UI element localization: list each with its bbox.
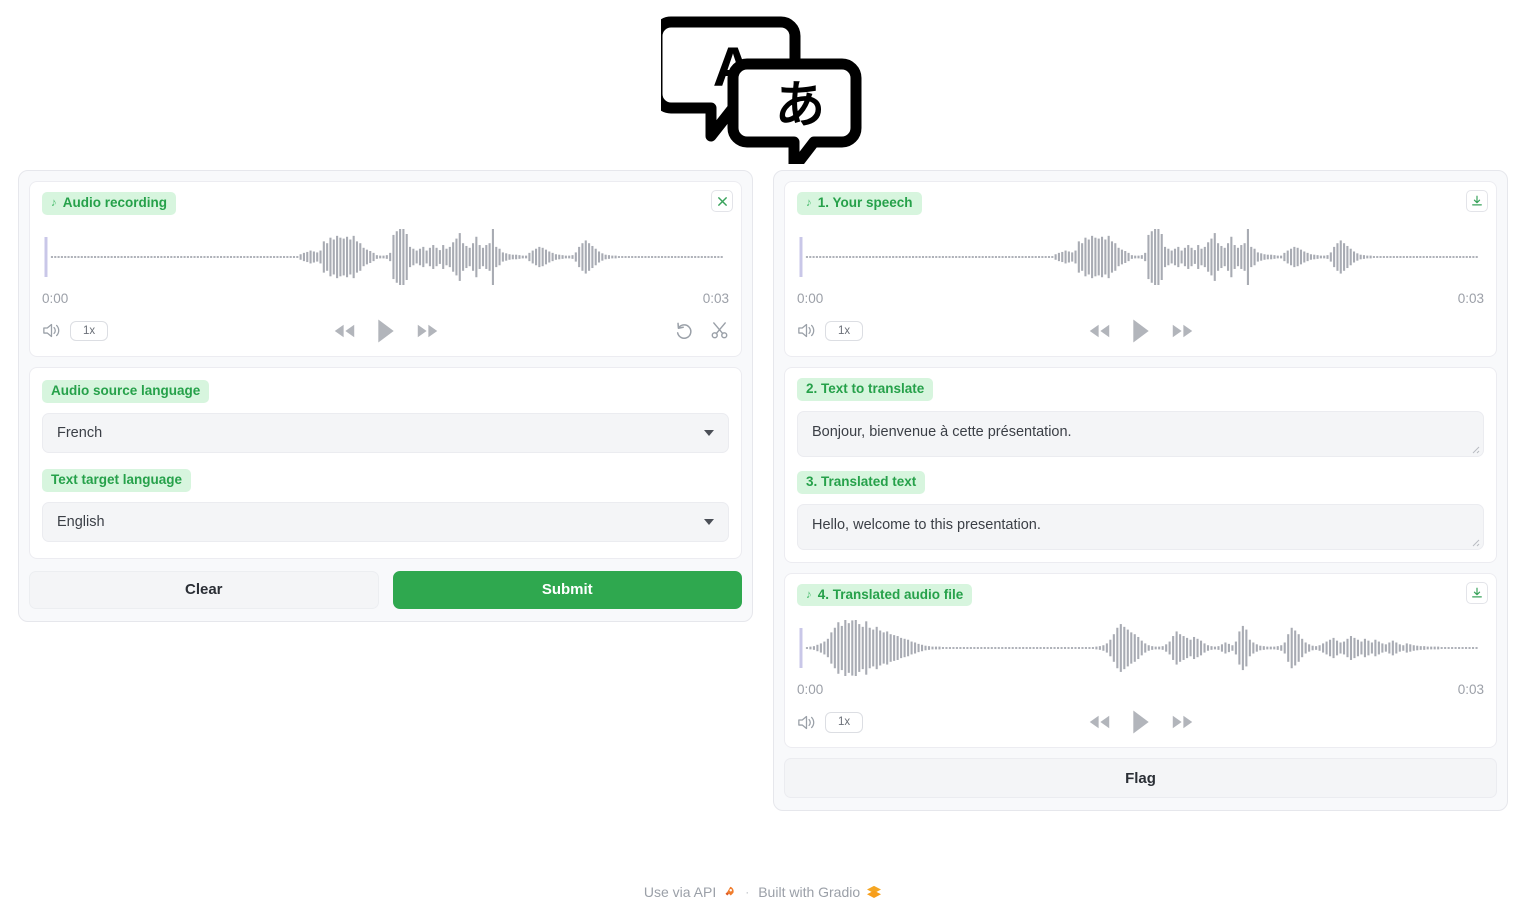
translated-audio-waveform[interactable] (797, 620, 1484, 677)
your-speech-label-text: 1. Your speech (817, 195, 913, 210)
use-via-api-label: Use via API (643, 884, 717, 900)
translated-audio-time-end: 0:03 (1457, 682, 1484, 698)
input-waveform-svg (44, 228, 723, 285)
audio-recording-block: ♪ Audio recording 0:00 0:03 1x (29, 181, 742, 357)
speech-time-row: 0:00 0:03 (797, 291, 1484, 306)
rocket-icon (725, 886, 734, 896)
your-speech-block: ♪ 1. Your speech 0:00 0:03 1x (784, 181, 1497, 357)
rewind-icon[interactable] (333, 322, 356, 339)
translated-audio-label: ♪ 4. Translated audio file (797, 583, 973, 607)
volume-icon[interactable] (42, 322, 61, 339)
input-panel: ♪ Audio recording 0:00 0:03 1x Audio sou… (18, 170, 753, 622)
speech-time-start: 0:00 (797, 290, 824, 306)
translated-text-value: Hello, welcome to this presentation. (812, 516, 1041, 533)
chevron-down-icon (704, 518, 714, 525)
download-icon (1472, 195, 1482, 206)
resize-handle-icon[interactable] (1468, 535, 1480, 547)
speech-waveform-svg (799, 228, 1478, 285)
input-time-row: 0:00 0:03 (42, 291, 729, 306)
use-via-api-link[interactable]: Use via API (644, 884, 736, 900)
input-time-start: 0:00 (42, 290, 69, 306)
fast-forward-icon[interactable] (1171, 322, 1194, 339)
app-logo: A あ (0, 0, 1526, 170)
translated-text-label: 3. Translated text (797, 470, 926, 494)
output-panel: ♪ 1. Your speech 0:00 0:03 1x 2. Text to… (773, 170, 1508, 812)
output-column: ♪ 1. Your speech 0:00 0:03 1x 2. Text to… (773, 170, 1508, 812)
your-speech-label: ♪ 1. Your speech (797, 192, 922, 215)
play-icon[interactable] (376, 318, 396, 343)
flag-button[interactable]: Flag (784, 758, 1497, 799)
footer-separator: · (745, 885, 750, 899)
music-note-icon: ♪ (806, 588, 812, 601)
audio-recording-label-text: Audio recording (62, 195, 167, 210)
source-language-value: French (57, 424, 103, 441)
clear-button[interactable]: Clear (29, 570, 379, 609)
source-language-field: Audio source language French (42, 379, 729, 453)
logo-letter-japanese: あ (775, 76, 825, 134)
download-icon (1472, 587, 1482, 597)
rewind-icon[interactable] (1088, 714, 1111, 731)
music-note-icon: ♪ (806, 197, 812, 210)
submit-button[interactable]: Submit (392, 570, 742, 609)
input-column: ♪ Audio recording 0:00 0:03 1x Audio sou… (18, 170, 753, 622)
translated-audio-controls: 1x (797, 709, 1484, 735)
main-columns: ♪ Audio recording 0:00 0:03 1x Audio sou… (0, 170, 1526, 812)
translated-audio-time-start: 0:00 (797, 682, 824, 698)
fast-forward-icon[interactable] (416, 322, 439, 339)
speech-time-end: 0:03 (1457, 290, 1484, 306)
play-icon[interactable] (1131, 710, 1151, 735)
audio-recording-label: ♪ Audio recording (42, 192, 176, 215)
translated-audio-label-text: 4. Translated audio file (817, 586, 964, 602)
resize-handle-icon[interactable] (1468, 442, 1480, 454)
text-block: 2. Text to translate Bonjour, bienvenue … (784, 366, 1497, 563)
undo-icon[interactable] (675, 321, 694, 340)
target-language-field: Text target language English (42, 468, 729, 542)
language-form-block: Audio source language French Text target… (29, 366, 742, 559)
volume-icon[interactable] (797, 714, 816, 731)
scissors-icon[interactable] (710, 321, 729, 340)
volume-icon[interactable] (797, 322, 816, 339)
close-icon (717, 196, 727, 206)
text-to-translate-textarea[interactable]: Bonjour, bienvenue à cette présentation. (797, 410, 1484, 457)
footer: Use via API · Built with Gradio (0, 884, 1526, 900)
clear-audio-button[interactable] (711, 190, 733, 212)
target-language-value: English (57, 513, 105, 530)
translated-audio-time-row: 0:00 0:03 (797, 682, 1484, 697)
translate-speech-bubbles-icon: A あ (660, 16, 861, 164)
target-language-label: Text target language (42, 468, 192, 492)
rewind-icon[interactable] (1088, 322, 1111, 339)
input-controls: 1x (42, 318, 729, 344)
text-to-translate-label: 2. Text to translate (797, 377, 934, 401)
fast-forward-icon[interactable] (1171, 714, 1194, 731)
translated-audio-waveform-svg (799, 620, 1478, 677)
built-with-gradio-link[interactable]: Built with Gradio (758, 884, 882, 900)
input-waveform[interactable] (42, 228, 729, 285)
download-speech-button[interactable] (1466, 190, 1488, 212)
speech-controls: 1x (797, 318, 1484, 344)
text-to-translate-value: Bonjour, bienvenue à cette présentation. (812, 423, 1072, 440)
music-note-icon: ♪ (51, 197, 57, 210)
source-language-select[interactable]: French (42, 412, 729, 453)
gradio-logo-icon (867, 885, 882, 898)
speech-speed-button[interactable]: 1x (825, 320, 864, 342)
input-time-end: 0:03 (702, 290, 729, 306)
speech-waveform[interactable] (797, 228, 1484, 285)
target-language-select[interactable]: English (42, 501, 729, 542)
chevron-down-icon (704, 429, 714, 436)
action-buttons: Clear Submit (29, 570, 742, 609)
translated-audio-speed-button[interactable]: 1x (825, 712, 864, 733)
app-page: A あ ♪ Audio recording (0, 0, 1526, 912)
translated-audio-block: ♪ 4. Translated audio file 0:00 0:03 1x (784, 572, 1497, 749)
play-icon[interactable] (1131, 318, 1151, 343)
built-with-gradio-label: Built with Gradio (758, 884, 861, 900)
input-speed-button[interactable]: 1x (70, 320, 109, 342)
source-language-label: Audio source language (42, 379, 210, 403)
download-translated-audio-button[interactable] (1466, 581, 1488, 604)
translated-text-textarea[interactable]: Hello, welcome to this presentation. (797, 503, 1484, 550)
